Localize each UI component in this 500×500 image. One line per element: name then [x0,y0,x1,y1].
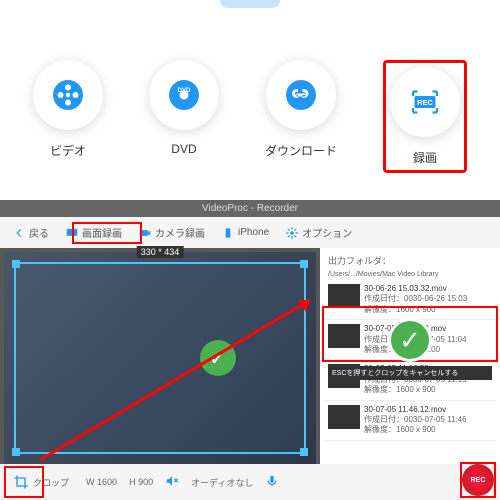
crop-button[interactable]: クロップ [8,471,74,493]
esc-tooltip: ESCを押すとクロップをキャンセルする [328,366,492,380]
record-label: 録画 [390,149,460,166]
camera-record-button[interactable]: カメラ録画 [134,223,209,242]
video-label: ビデオ [33,142,103,159]
phone-icon [221,226,235,240]
dvd-button[interactable]: DVD DVD [149,60,219,173]
rec-icon: REC [407,84,443,120]
download-label: ダウンロード [265,142,337,159]
back-icon [12,226,26,240]
output-path: /Users/.../Movies/Mac Video Library [324,269,496,280]
camera-icon [138,226,152,240]
toolbar: 戻る 画面録画 カメラ録画 iPhone オプション [0,217,500,248]
iphone-button[interactable]: iPhone [217,224,273,242]
options-button[interactable]: オプション [281,223,356,242]
confirm-check-icon[interactable]: ✓ [388,318,432,362]
mic-icon [265,474,279,488]
screen-record-button[interactable]: 画面録画 [61,223,126,242]
crop-icon [13,474,29,490]
mic-button[interactable] [265,474,279,490]
film-reel-icon [50,77,86,113]
bottom-bar: クロップ W 1600 H 900 オーディオなし REC [0,464,500,500]
crop-dimensions: 330 * 434 [137,246,184,258]
record-start-button[interactable]: REC [462,464,494,496]
file-list-panel: 出力フォルダ： /Users/.../Movies/Mac Video Libr… [320,248,500,468]
speaker-mute-icon [165,474,179,488]
window-title: VideoProc - Recorder [0,200,500,217]
download-button[interactable]: ダウンロード [265,60,337,173]
audio-dropdown[interactable]: オーディオなし [191,476,253,489]
mute-button[interactable] [165,474,179,490]
svg-text:REC: REC [417,98,433,107]
svg-text:DVD: DVD [178,88,191,94]
output-folder-label: 出力フォルダ： [324,252,496,269]
video-button[interactable]: ビデオ [33,60,103,173]
width-field[interactable]: W 1600 [86,477,117,487]
back-button[interactable]: 戻る [8,223,53,242]
gear-icon [285,226,299,240]
confirm-crop-icon[interactable]: ✓ [200,340,236,376]
crop-selection[interactable]: 330 * 434 ✓ [14,262,306,454]
file-item[interactable]: 30-07-05 11.46.12.mov作成日付：0030-07-05 11:… [324,401,496,441]
dvd-label: DVD [149,142,219,156]
dvd-icon: DVD [166,77,202,113]
record-button[interactable]: REC 録画 [383,60,467,173]
link-icon [283,77,319,113]
height-field[interactable]: H 900 [129,477,153,487]
preview-area[interactable]: 330 * 434 ✓ [4,252,316,464]
monitor-icon [65,226,79,240]
